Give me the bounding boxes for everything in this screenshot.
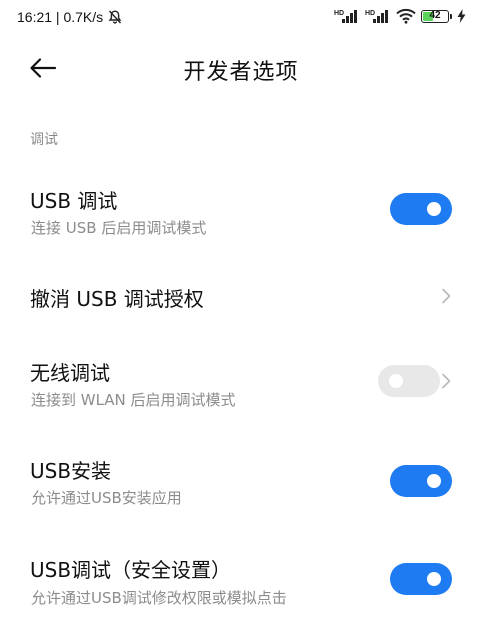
signal-icon: HD [334,10,357,23]
setting-subtitle: 允许通过USB安装应用 [31,489,182,507]
status-bar: 16:21 | 0.7K/s HD HD 42 [0,0,482,36]
battery-level: 42 [429,9,441,21]
charging-icon [457,9,466,23]
network-label-2: HD [365,10,375,17]
setting-subtitle: 允许通过USB调试修改权限或模拟点击 [31,589,287,607]
wifi-icon [396,8,416,24]
toggle-knob [389,374,403,388]
network-label-1: HD [334,10,344,17]
setting-usb-debugging-security[interactable]: USB调试（安全设置） 允许通过USB调试修改权限或模拟点击 [0,545,482,615]
setting-usb-debugging[interactable]: USB 调试 连接 USB 后启用调试模式 [0,176,482,246]
page-title: 开发者选项 [183,60,299,85]
toggle-knob [427,572,441,586]
setting-revoke-usb-auth[interactable]: 撤消 USB 调试授权 [0,268,482,324]
usb-debugging-security-toggle[interactable] [390,563,452,595]
chevron-right-icon [442,288,451,304]
header: 开发者选项 [0,44,482,92]
setting-title: 撤消 USB 调试授权 [30,287,204,311]
status-time-speed: 16:21 | 0.7K/s [17,9,104,25]
setting-usb-install[interactable]: USB安装 允许通过USB安装应用 [0,446,482,516]
usb-install-toggle[interactable] [390,465,452,497]
status-right: HD HD 42 [334,8,466,24]
section-label: 调试 [30,132,58,148]
status-left: 16:21 | 0.7K/s [17,9,123,25]
setting-subtitle: 连接 USB 后启用调试模式 [31,219,207,237]
chevron-right-icon [442,373,451,389]
battery-cap [450,13,452,19]
setting-subtitle: 连接到 WLAN 后启用调试模式 [31,391,236,409]
setting-title: USB 调试 [30,189,118,213]
setting-title: 无线调试 [30,361,110,385]
usb-debugging-toggle[interactable] [390,193,452,225]
setting-title: USB调试（安全设置） [30,558,232,582]
toggle-knob [427,474,441,488]
signal-icon: HD [365,10,388,23]
toggle-knob [427,202,441,216]
bell-off-icon [108,10,122,24]
setting-wireless-debugging[interactable]: 无线调试 连接到 WLAN 后启用调试模式 [0,348,482,418]
wireless-debugging-toggle[interactable] [378,365,440,397]
battery-icon: 42 [421,9,449,23]
setting-title: USB安装 [30,459,112,483]
